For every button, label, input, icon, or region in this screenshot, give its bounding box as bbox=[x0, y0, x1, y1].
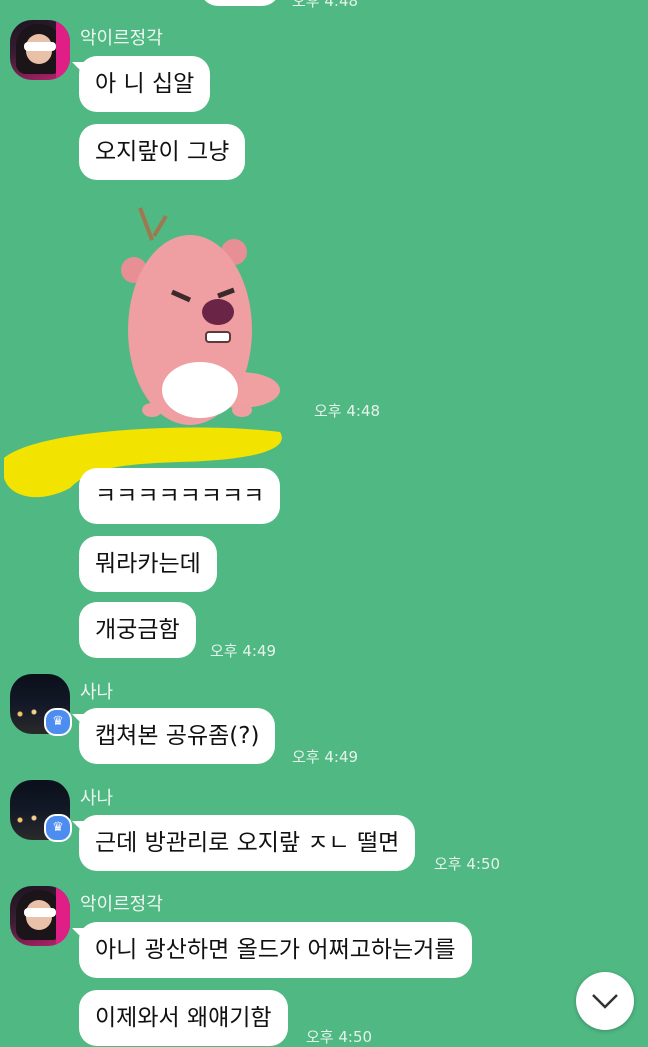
partial-bubble[interactable] bbox=[200, 0, 280, 6]
message-time: 오후 4:50 bbox=[306, 1028, 373, 1046]
message-bubble[interactable]: 아 니 십알 bbox=[71, 56, 211, 112]
sender-name: 악이르정각 bbox=[80, 28, 163, 49]
message-bubble[interactable]: 개궁금함 bbox=[79, 602, 196, 658]
message-time: 오후 4:49 bbox=[292, 748, 359, 766]
message-bubble[interactable]: ㅋㅋㅋㅋㅋㅋㅋㅋ bbox=[79, 468, 281, 524]
chevron-down-icon bbox=[592, 994, 618, 1009]
message-bubble[interactable]: 캡쳐본 공유좀(?) bbox=[71, 708, 276, 764]
avatar[interactable] bbox=[10, 886, 70, 946]
message-time: 오후 4:48 bbox=[314, 402, 381, 420]
scroll-down-button[interactable] bbox=[576, 972, 634, 1030]
sender-name: 악이르정각 bbox=[80, 894, 163, 915]
avatar[interactable] bbox=[10, 20, 70, 80]
message-bubble[interactable]: 근데 방관리로 오지랖 ㅈㄴ 떨면 bbox=[71, 815, 416, 871]
message-time: 오후 4:50 bbox=[434, 855, 501, 873]
sender-name: 사나 bbox=[80, 682, 114, 703]
sticker-beaver[interactable] bbox=[110, 200, 290, 425]
message-bubble[interactable]: 이제와서 왜얘기함 bbox=[79, 990, 288, 1046]
message-bubble[interactable]: 뭐라카는데 bbox=[79, 536, 217, 592]
message-bubble[interactable]: 오지랖이 그냥 bbox=[79, 124, 246, 180]
message-time: 오후 4:49 bbox=[210, 642, 277, 660]
message-time: 오후 4:48 bbox=[292, 0, 359, 10]
crown-icon: ♛ bbox=[44, 814, 72, 842]
message-bubble[interactable]: 아니 광산하면 올드가 어쩌고하는거를 bbox=[72, 922, 472, 978]
sender-name: 사나 bbox=[80, 788, 114, 809]
crown-icon: ♛ bbox=[44, 708, 72, 736]
